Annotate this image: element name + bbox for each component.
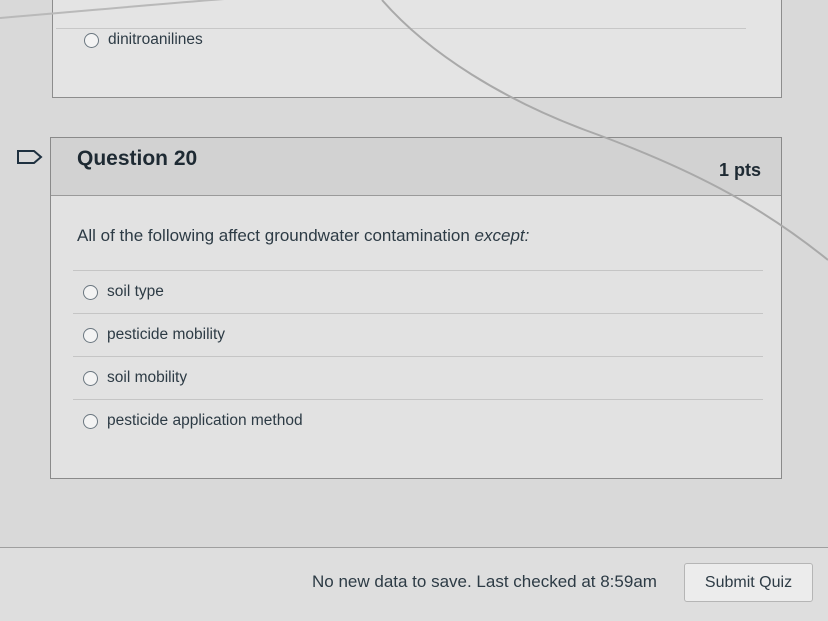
answer-label: soil mobility	[107, 369, 188, 386]
radio-icon[interactable]	[83, 370, 98, 386]
question-points: 1 pts	[718, 160, 761, 180]
question-text-main: All of the following affect groundwater …	[77, 226, 475, 245]
previous-question-divider	[56, 28, 746, 29]
answer-option-soil-mobility[interactable]: soil mobility	[73, 356, 763, 399]
answer-option-soil-type[interactable]: soil type	[73, 270, 763, 313]
quiz-footer: No new data to save. Last checked at 8:5…	[0, 547, 828, 621]
save-status-text: No new data to save. Last checked at 8:5…	[312, 572, 657, 591]
radio-icon[interactable]	[83, 327, 98, 343]
previous-answer-option[interactable]: dinitroanilines	[84, 30, 203, 50]
answer-label: soil type	[107, 283, 164, 300]
answer-label: pesticide mobility	[107, 326, 226, 343]
question-text: All of the following affect groundwater …	[77, 226, 529, 246]
previous-answer-label: dinitroanilines	[108, 31, 203, 48]
question-header: Question 20 1 pts	[51, 138, 781, 196]
radio-icon[interactable]	[83, 284, 98, 300]
flag-icon[interactable]	[17, 150, 43, 164]
radio-icon[interactable]	[84, 32, 99, 48]
answer-label: pesticide application method	[107, 412, 303, 429]
answer-option-pesticide-application-method[interactable]: pesticide application method	[73, 399, 763, 442]
answer-option-pesticide-mobility[interactable]: pesticide mobility	[73, 313, 763, 356]
question-card: Question 20 1 pts All of the following a…	[50, 137, 782, 479]
submit-quiz-button[interactable]: Submit Quiz	[684, 563, 813, 602]
question-text-emphasis: except:	[474, 226, 530, 245]
answer-list: soil type pesticide mobility soil mobili…	[73, 270, 763, 442]
radio-icon[interactable]	[83, 413, 98, 429]
question-title: Question 20	[77, 147, 198, 170]
